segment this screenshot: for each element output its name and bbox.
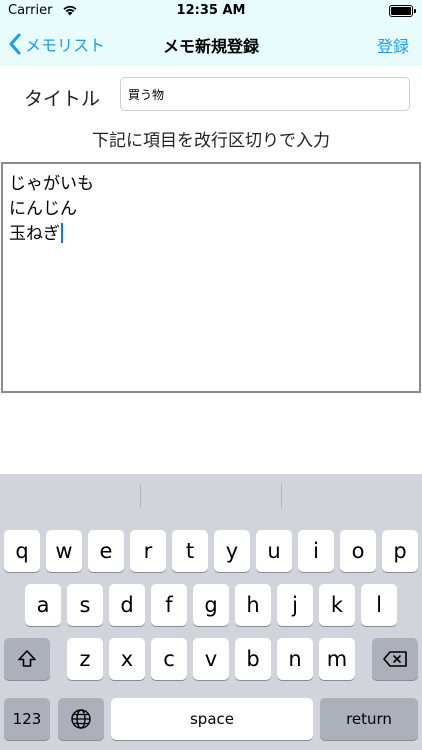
key-a[interactable]: a: [25, 584, 61, 626]
key-u[interactable]: u: [256, 530, 292, 572]
memo-line: 玉ねぎ: [9, 224, 60, 244]
memo-line: にんじん: [9, 199, 77, 219]
key-j[interactable]: j: [277, 584, 313, 626]
key-v[interactable]: v: [193, 638, 229, 680]
status-bar: Carrier 12:35 AM: [0, 0, 422, 22]
numbers-key[interactable]: 123: [4, 698, 50, 740]
key-r[interactable]: r: [130, 530, 166, 572]
status-time: 12:35 AM: [176, 3, 246, 18]
title-label: タイトル: [24, 88, 101, 110]
text-cursor: [61, 223, 63, 243]
shift-key[interactable]: [4, 638, 50, 680]
key-i[interactable]: i: [298, 530, 334, 572]
navigation-bar: メモリスト メモ新規登録 登録: [0, 22, 422, 66]
battery-icon: [389, 5, 416, 17]
key-q[interactable]: q: [4, 530, 40, 572]
memo-line: じゃがいも: [9, 174, 94, 194]
key-p[interactable]: p: [382, 530, 418, 572]
key-c[interactable]: c: [151, 638, 187, 680]
key-h[interactable]: h: [235, 584, 271, 626]
key-n[interactable]: n: [277, 638, 313, 680]
instruction-text: 下記に項目を改行区切りで入力: [92, 131, 330, 151]
space-key[interactable]: space: [111, 698, 313, 740]
key-s[interactable]: s: [67, 584, 103, 626]
globe-icon: [71, 709, 91, 729]
delete-key[interactable]: [372, 638, 418, 680]
key-g[interactable]: g: [193, 584, 229, 626]
key-x[interactable]: x: [109, 638, 145, 680]
key-d[interactable]: d: [109, 584, 145, 626]
key-b[interactable]: b: [235, 638, 271, 680]
key-f[interactable]: f: [151, 584, 187, 626]
key-t[interactable]: t: [172, 530, 208, 572]
key-m[interactable]: m: [319, 638, 355, 680]
globe-key[interactable]: [58, 698, 104, 740]
memo-text-area[interactable]: じゃがいも にんじん 玉ねぎ: [1, 162, 421, 393]
key-w[interactable]: w: [46, 530, 82, 572]
chevron-left-icon: [9, 33, 21, 55]
shift-icon: [18, 650, 36, 667]
keyboard: q w e r t y u i o p a s d f g h j k l z …: [0, 474, 422, 750]
key-l[interactable]: l: [361, 584, 397, 626]
key-z[interactable]: z: [67, 638, 103, 680]
backspace-icon: [383, 651, 407, 667]
back-button[interactable]: メモリスト: [8, 32, 105, 56]
title-input[interactable]: [120, 77, 410, 111]
key-y[interactable]: y: [214, 530, 250, 572]
key-e[interactable]: e: [88, 530, 124, 572]
return-key[interactable]: return: [320, 698, 418, 740]
back-button-label: メモリスト: [25, 36, 106, 55]
key-k[interactable]: k: [319, 584, 355, 626]
predictive-divider: [140, 484, 141, 508]
predictive-divider: [281, 484, 282, 508]
predictive-bar: [0, 474, 422, 518]
key-o[interactable]: o: [340, 530, 376, 572]
register-button[interactable]: 登録: [377, 33, 409, 57]
